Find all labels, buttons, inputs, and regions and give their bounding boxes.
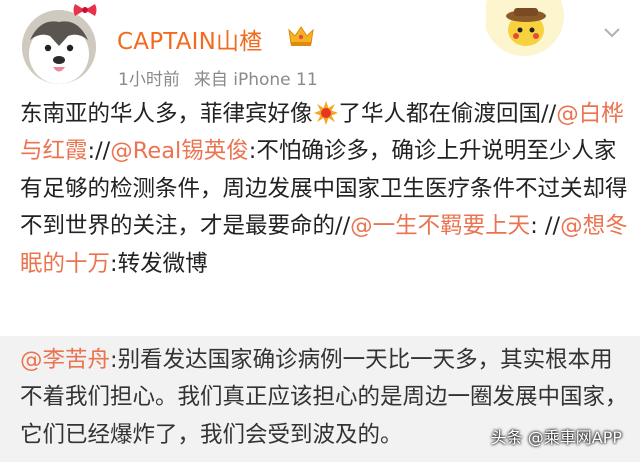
post-time: 1小时前 (118, 70, 180, 90)
username[interactable]: CAPTAIN山楂 (117, 22, 262, 56)
avatar[interactable] (22, 10, 96, 84)
content-text: :转发微博 (110, 250, 208, 277)
mention-link[interactable]: @一生不羁要上天 (350, 213, 530, 239)
husky-dog-avatar-icon (22, 10, 96, 84)
heart-bow-icon (73, 4, 97, 16)
chevron-down-icon[interactable] (604, 28, 620, 38)
content-text: : // (530, 213, 561, 240)
content-text: 了华人都在偷渡回国// (338, 101, 557, 127)
content-text: 东南亚的华人多，菲律宾好像 (20, 101, 313, 127)
post-source: 来自 iPhone 11 (193, 70, 318, 90)
post-meta: 1小时前 来自 iPhone 11 (118, 65, 318, 90)
repost-author-link[interactable]: @李苦舟 (20, 347, 110, 373)
mention-link[interactable]: @Real锡英俊 (110, 138, 249, 164)
reposted-weibo[interactable]: @李苦舟:别看发达国家确诊病例一天比一天多，其实根本用不着我们担心。我们真正应该… (0, 336, 640, 462)
content-text: :// (87, 138, 111, 165)
weibo-post: CAPTAIN山楂 1小时前 来自 iPhone 11 东南亚的华人多，菲律宾好像… (0, 0, 640, 336)
post-content: 东南亚的华人多，菲律宾好像 了华人都在偷渡回国//@白桦与红霞://@Real锡英… (20, 96, 630, 283)
watermark: 头条 @乘車网APP (490, 428, 622, 447)
crown-vip-icon (288, 26, 314, 46)
explosion-emoji-icon (313, 101, 338, 125)
